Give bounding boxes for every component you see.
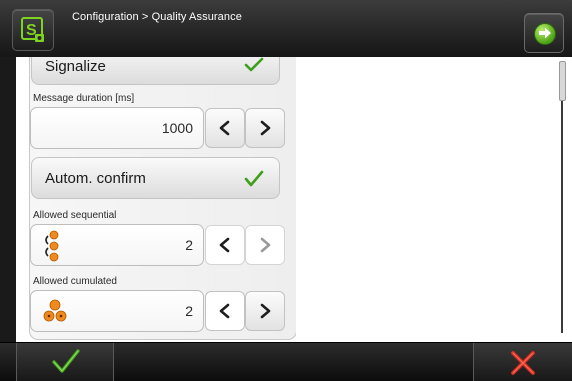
sequential-dots-icon (45, 230, 59, 262)
scrollbar-thumb[interactable] (559, 61, 566, 101)
allowed-sequential-label: Allowed sequential (33, 210, 117, 221)
allowed-cumulated-field[interactable]: 2 (30, 290, 204, 332)
chevron-left-icon (219, 237, 230, 253)
close-x-icon (511, 351, 535, 375)
chevron-left-icon (219, 120, 230, 136)
message-duration-value: 1000 (161, 120, 193, 136)
title-bar: S Configuration > Quality Assurance (0, 0, 572, 57)
message-duration-field[interactable]: 1000 (30, 107, 204, 149)
message-duration-label: Message duration [ms] (33, 93, 135, 104)
allowed-sequential-value: 2 (185, 237, 193, 253)
signalize-label: Signalize (45, 58, 106, 75)
left-margin (0, 57, 16, 342)
allowed-sequential-increase-button[interactable] (245, 225, 285, 265)
allowed-cumulated-label: Allowed cumulated (33, 276, 117, 287)
allowed-cumulated-decrease-button[interactable] (205, 291, 245, 331)
autom-confirm-toggle[interactable]: Autom. confirm (31, 157, 280, 199)
breadcrumb: Configuration > Quality Assurance (72, 11, 242, 23)
chevron-right-icon (260, 237, 271, 253)
chevron-right-icon (260, 120, 271, 136)
cumulated-dots-icon (43, 299, 67, 322)
autom-confirm-check-icon (244, 170, 264, 187)
app-logo-icon[interactable]: S (12, 9, 54, 51)
autom-confirm-label: Autom. confirm (45, 170, 146, 187)
allowed-sequential-decrease-button[interactable] (205, 225, 245, 265)
content-area: Signalize Message duration [ms] 1000 Aut… (16, 57, 572, 342)
message-duration-increase-button[interactable] (245, 108, 285, 148)
signalize-check-icon (244, 57, 264, 72)
checkmark-icon (52, 349, 80, 373)
scrollbar-rail (561, 101, 563, 333)
footer-bar (0, 342, 572, 381)
confirm-button[interactable] (16, 343, 114, 381)
cancel-button[interactable] (473, 343, 572, 381)
allowed-cumulated-increase-button[interactable] (245, 291, 285, 331)
allowed-cumulated-value: 2 (185, 303, 193, 319)
signalize-toggle[interactable]: Signalize (31, 57, 280, 85)
chevron-right-icon (260, 303, 271, 319)
next-button[interactable] (524, 13, 564, 53)
chevron-left-icon (219, 303, 230, 319)
detail-area (296, 57, 556, 339)
message-duration-decrease-button[interactable] (205, 108, 245, 148)
settings-panel: Signalize Message duration [ms] 1000 Aut… (29, 57, 297, 340)
allowed-sequential-field[interactable]: 2 (30, 224, 204, 266)
